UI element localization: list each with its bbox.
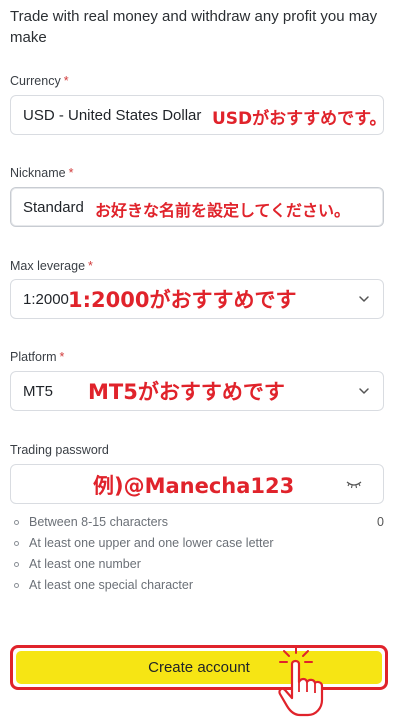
intro-text: Trade with real money and withdraw any p… — [10, 8, 378, 46]
currency-label: Currency * — [10, 74, 69, 88]
bullet-icon — [14, 541, 19, 546]
currency-annotation: USDがおすすめです。 — [212, 109, 387, 129]
bullet-icon — [14, 520, 19, 525]
password-rule: At least one special character — [14, 575, 274, 596]
leverage-annotation: 1:2000がおすすめです — [68, 288, 297, 312]
bullet-icon — [14, 583, 19, 588]
required-marker: * — [88, 259, 93, 273]
required-marker: * — [63, 74, 69, 88]
platform-value: MT5 — [23, 383, 53, 400]
password-rule: At least one upper and one lower case le… — [14, 533, 274, 554]
required-marker: * — [68, 166, 74, 180]
platform-label: Platform * — [10, 350, 65, 364]
nickname-annotation: お好きな名前を設定してください。 — [95, 201, 351, 220]
password-rule: Between 8-15 characters — [14, 512, 274, 533]
pointing-hand-icon — [278, 645, 324, 717]
password-annotation: 例)@Manecha123 — [93, 474, 295, 498]
nickname-value: Standard — [23, 199, 84, 216]
nickname-label: Nickname * — [10, 166, 74, 180]
password-rules: Between 8-15 characters At least one upp… — [14, 512, 274, 596]
password-char-counter: 0 — [377, 515, 384, 529]
password-rule: At least one number — [14, 554, 274, 575]
chevron-down-icon — [359, 388, 369, 394]
bullet-icon — [14, 562, 19, 567]
eye-closed-icon[interactable] — [345, 477, 363, 491]
required-marker: * — [59, 350, 65, 364]
chevron-down-icon — [359, 296, 369, 302]
leverage-label: Max leverage * — [10, 259, 93, 273]
password-label: Trading password — [10, 443, 109, 457]
leverage-value: 1:2000 — [23, 291, 69, 308]
currency-value: USD - United States Dollar — [23, 107, 202, 124]
platform-annotation: MT5がおすすめです — [88, 380, 285, 404]
